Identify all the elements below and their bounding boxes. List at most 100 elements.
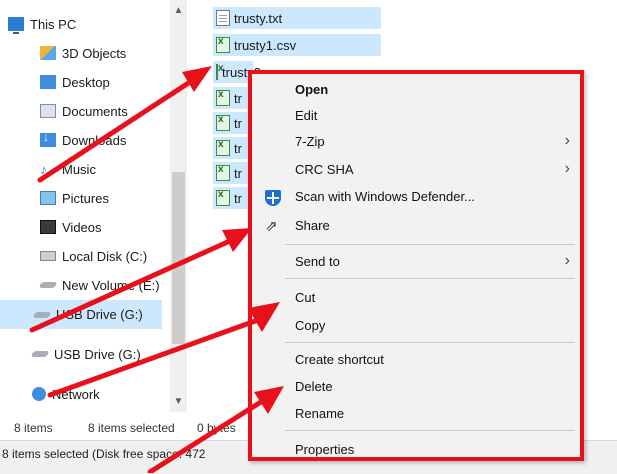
file-item[interactable]: trusty.txt [213,7,381,29]
csv-file-icon [216,164,230,181]
menu-item-label: Create shortcut [295,352,384,367]
menu-item-scan-defender[interactable]: Scan with Windows Defender... [252,185,580,211]
file-name: trusty.txt [234,10,283,26]
chevron-right-icon: › [564,132,570,149]
menu-item-label: Share [295,218,330,233]
nav-item-label: USB Drive (G:) [54,346,141,362]
nav-item-downloads[interactable]: Downloads [40,127,126,153]
file-item[interactable]: trusty2 [213,61,261,83]
menu-item-send-to[interactable]: Send to › [252,250,580,276]
item-count: 8 items [14,421,53,435]
nav-item-music[interactable]: ♪ Music [40,156,96,182]
file-item[interactable]: tr [213,137,253,159]
nav-item-this-pc[interactable]: This PC [8,11,76,37]
menu-item-rename[interactable]: Rename [252,402,580,428]
scroll-thumb[interactable] [172,172,185,344]
menu-item-label: Copy [295,318,326,333]
network-icon [32,387,46,401]
nav-item-3d-objects[interactable]: 3D Objects [40,40,126,66]
menu-item-crc-sha[interactable]: CRC SHA › [252,158,580,184]
menu-item-cut[interactable]: Cut [252,286,580,312]
drive-icon [38,282,58,288]
nav-item-label: Videos [62,219,102,235]
nav-item-new-volume[interactable]: New Volume (E:) [38,272,160,298]
nav-item-usb-drive[interactable]: USB Drive (G:) [30,341,141,367]
videos-icon [40,220,56,234]
menu-item-label: Send to [295,254,340,269]
chevron-right-icon: › [564,252,570,269]
file-item[interactable]: tr [213,187,253,209]
nav-item-documents[interactable]: Documents [40,98,128,124]
csv-file-icon [216,114,230,131]
nav-item-local-disk[interactable]: Local Disk (C:) [40,243,147,269]
nav-item-pictures[interactable]: Pictures [40,185,109,211]
file-name: tr [234,115,242,131]
menu-item-label: Open [295,82,329,97]
music-icon: ♪ [40,161,47,177]
menu-separator [285,430,575,431]
file-name: tr [234,165,242,181]
menu-item-delete[interactable]: Delete [252,375,580,401]
disk-icon [40,251,56,261]
nav-item-usb-drive-selected[interactable]: USB Drive (G:) [0,300,162,329]
scroll-down-arrow-icon[interactable]: ▼ [170,393,187,410]
nav-item-label: USB Drive (G:) [56,307,143,322]
nav-item-label: Pictures [62,190,109,206]
file-name: trusty1.csv [234,37,297,53]
nav-scrollbar[interactable]: ▲ ▼ [170,0,187,412]
nav-item-desktop[interactable]: Desktop [40,69,110,95]
menu-separator [285,342,575,343]
nav-item-label: Desktop [62,74,110,90]
file-item[interactable]: tr [213,112,253,134]
details-text: 8 items selected (Disk free space: 472 [2,447,206,461]
csv-file-icon [216,189,230,206]
csv-file-icon [216,63,224,80]
csv-file-icon [216,89,230,106]
nav-item-label: New Volume (E:) [62,277,160,293]
menu-item-edit[interactable]: Edit [252,104,580,130]
menu-item-label: Edit [295,108,318,123]
pictures-icon [40,191,56,205]
desktop-folder-icon [40,75,56,89]
chevron-right-icon: › [564,160,570,177]
menu-item-copy[interactable]: Copy [252,314,580,340]
share-icon: ⇗ [265,218,278,235]
menu-item-label: 7-Zip [295,134,325,149]
csv-file-icon [216,139,230,156]
menu-separator [285,278,575,279]
menu-item-share[interactable]: ⇗ Share [252,214,580,240]
nav-item-label: This PC [30,16,77,32]
csv-file-icon [216,36,230,53]
nav-item-label: Network [52,386,100,402]
file-name: tr [234,90,242,106]
text-file-icon [216,10,230,26]
menu-item-label: Rename [295,406,345,421]
windows-defender-shield-icon [265,190,281,206]
selected-count: 8 items selected [88,421,175,435]
nav-item-videos[interactable]: Videos [40,214,102,240]
menu-separator [285,244,575,245]
menu-item-7zip[interactable]: 7-Zip › [252,130,580,156]
nav-item-label: Local Disk (C:) [62,248,148,264]
file-item[interactable]: trusty1.csv [213,34,381,56]
scroll-up-arrow-icon[interactable]: ▲ [170,2,187,19]
menu-item-label: CRC SHA [295,162,354,177]
usb-drive-icon [32,311,52,318]
documents-icon [40,104,56,118]
navigation-pane: This PC 3D Objects Desktop Documents Dow… [0,0,190,412]
menu-item-open[interactable]: Open [252,78,580,104]
cube-icon [40,46,56,60]
menu-item-label: Scan with Windows Defender... [295,189,475,204]
nav-item-label: 3D Objects [62,45,127,61]
context-menu: Open Edit 7-Zip › CRC SHA › Scan with Wi… [248,70,584,461]
file-item[interactable]: tr [213,162,253,184]
menu-item-label: Cut [295,290,316,305]
menu-item-label: Delete [295,379,333,394]
menu-item-properties[interactable]: Properties [252,438,580,464]
file-name: tr [234,140,242,156]
menu-item-label: Properties [295,442,355,457]
menu-item-create-shortcut[interactable]: Create shortcut [252,348,580,374]
file-name: tr [234,190,242,206]
nav-item-network[interactable]: Network [32,381,100,407]
file-item[interactable]: tr [213,87,253,109]
